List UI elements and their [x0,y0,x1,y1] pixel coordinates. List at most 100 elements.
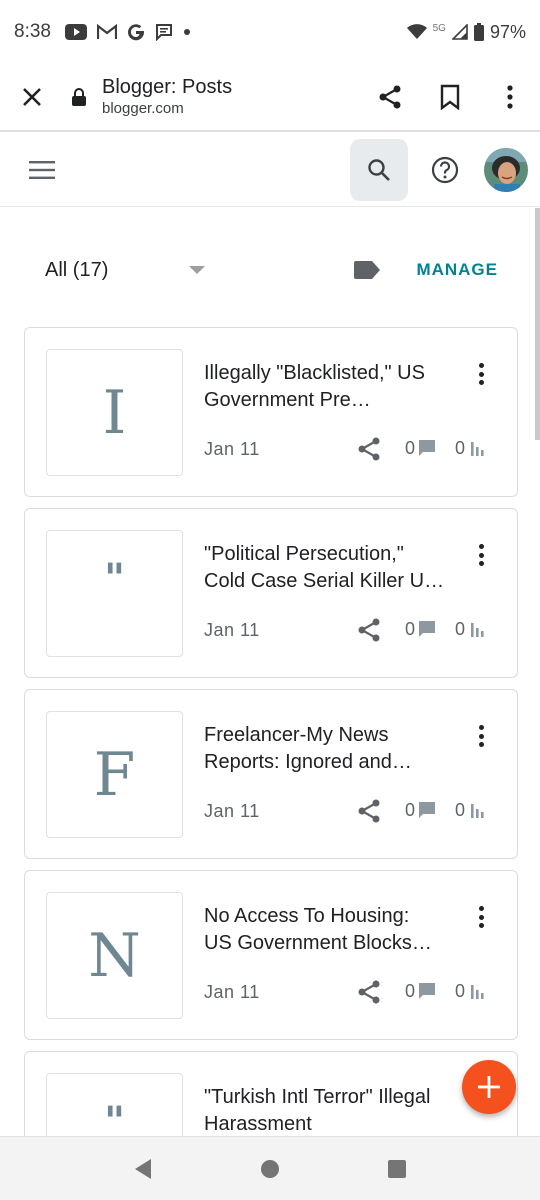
close-button[interactable] [0,65,64,129]
post-title: Freelancer-My News Reports: Ignored and… [204,722,454,776]
bookmark-icon [440,84,460,110]
comment-count: 0 [405,981,416,1001]
post-card[interactable]: I Illegally "Blacklisted," US Government… [24,327,518,497]
post-card[interactable]: N No Access To Housing: US Government Bl… [24,870,518,1040]
home-icon [260,1159,279,1178]
chat-icon [155,23,173,41]
post-title-line: Harassment [204,1113,312,1135]
post-title: Illegally "Blacklisted," US Government P… [204,360,454,414]
page-info[interactable]: Blogger: Posts blogger.com [102,75,232,119]
avatar[interactable] [484,147,528,192]
post-title: "Turkish Intl Terror" Illegal Harassment [204,1084,454,1138]
post-comments: 0 [405,981,437,1002]
dot-icon [183,28,191,36]
post-title-line: Illegally "Blacklisted," US [204,362,425,384]
post-more-button[interactable] [471,541,491,569]
battery-level: 97% [489,21,526,42]
new-post-button[interactable] [462,1060,516,1114]
post-card[interactable]: " "Political Persecution," Cold Case Ser… [24,508,518,678]
browser-actions [360,67,540,127]
share-icon [358,980,380,1004]
post-title-line: No Access To Housing: [204,905,410,927]
search-button[interactable] [350,138,408,201]
post-views: 0 [455,981,485,1002]
lock-icon[interactable] [68,86,90,108]
filter-row: All (17) MANAGE [0,232,540,308]
post-title-line: Freelancer-My News [204,724,389,746]
stats-icon [471,803,484,818]
post-share-button[interactable] [355,435,383,463]
system-nav-bar [0,1136,540,1200]
header-actions [350,138,528,201]
wifi-icon [406,24,427,40]
post-more-button[interactable] [471,360,491,388]
google-icon [127,23,145,41]
post-date: Jan 11 [204,982,260,1002]
nav-recents-button[interactable] [372,1144,422,1194]
nav-home-button[interactable] [245,1144,295,1194]
view-count: 0 [455,981,466,1001]
share-button[interactable] [360,67,420,127]
post-date: Jan 11 [204,439,260,459]
post-thumbnail: " [46,530,183,657]
search-icon [368,158,390,181]
view-count: 0 [455,619,466,639]
post-date: Jan 11 [204,620,260,640]
more-options-button[interactable] [480,67,540,127]
label-button[interactable] [354,261,381,279]
post-thumbnail: F [46,711,183,838]
comment-count: 0 [405,438,416,458]
status-time: 8:38 [14,21,51,42]
comment-icon [419,440,436,456]
signal-icon [451,24,468,40]
post-comments: 0 [405,619,437,640]
post-title-line: "Political Persecution," [204,543,404,565]
post-share-button[interactable] [355,978,383,1006]
post-title-line: US Government Blocks… [204,932,432,954]
stats-icon [471,984,484,999]
post-views: 0 [455,438,485,459]
share-icon [358,618,380,642]
more-vert-icon [507,85,513,109]
page-url: blogger.com [102,100,184,117]
post-date: Jan 11 [204,801,260,821]
recents-icon [387,1159,406,1178]
nav-back-button[interactable] [118,1144,168,1194]
post-comments: 0 [405,438,437,459]
post-share-button[interactable] [355,616,383,644]
hamburger-icon [29,160,55,179]
filter-label: All (17) [45,258,109,281]
comment-icon [419,983,436,999]
network-type: 5G [432,22,446,34]
status-left: 8:38 [14,21,191,43]
post-more-button[interactable] [471,903,491,931]
post-list: I Illegally "Blacklisted," US Government… [24,327,518,1200]
post-thumbnail: I [46,349,183,476]
post-more-button[interactable] [471,722,491,750]
help-button[interactable] [416,141,474,199]
post-title: "Political Persecution," Cold Case Seria… [204,541,454,595]
menu-button[interactable] [12,140,72,200]
post-title-line: Reports: Ignored and… [204,751,412,773]
comment-icon [419,621,436,637]
page-title: Blogger: Posts [102,76,233,98]
view-count: 0 [455,438,466,458]
post-title-line: Government Pre… [204,389,371,411]
manage-button[interactable]: MANAGE [416,260,498,280]
post-title: No Access To Housing: US Government Bloc… [204,903,454,957]
post-card[interactable]: F Freelancer-My News Reports: Ignored an… [24,689,518,859]
share-icon [358,437,380,461]
share-icon [358,799,380,823]
comment-count: 0 [405,619,416,639]
status-bar: 8:38 5G 97% [0,0,540,64]
add-icon [478,1076,500,1098]
app-header [0,133,540,207]
post-share-button[interactable] [355,797,383,825]
post-filter-dropdown[interactable]: All (17) [45,259,205,282]
post-views: 0 [455,800,485,821]
post-title-line: "Turkish Intl Terror" Illegal [204,1086,431,1108]
battery-icon [473,23,484,41]
bookmark-button[interactable] [420,67,480,127]
profile-photo [484,147,528,192]
youtube-icon [64,24,87,40]
